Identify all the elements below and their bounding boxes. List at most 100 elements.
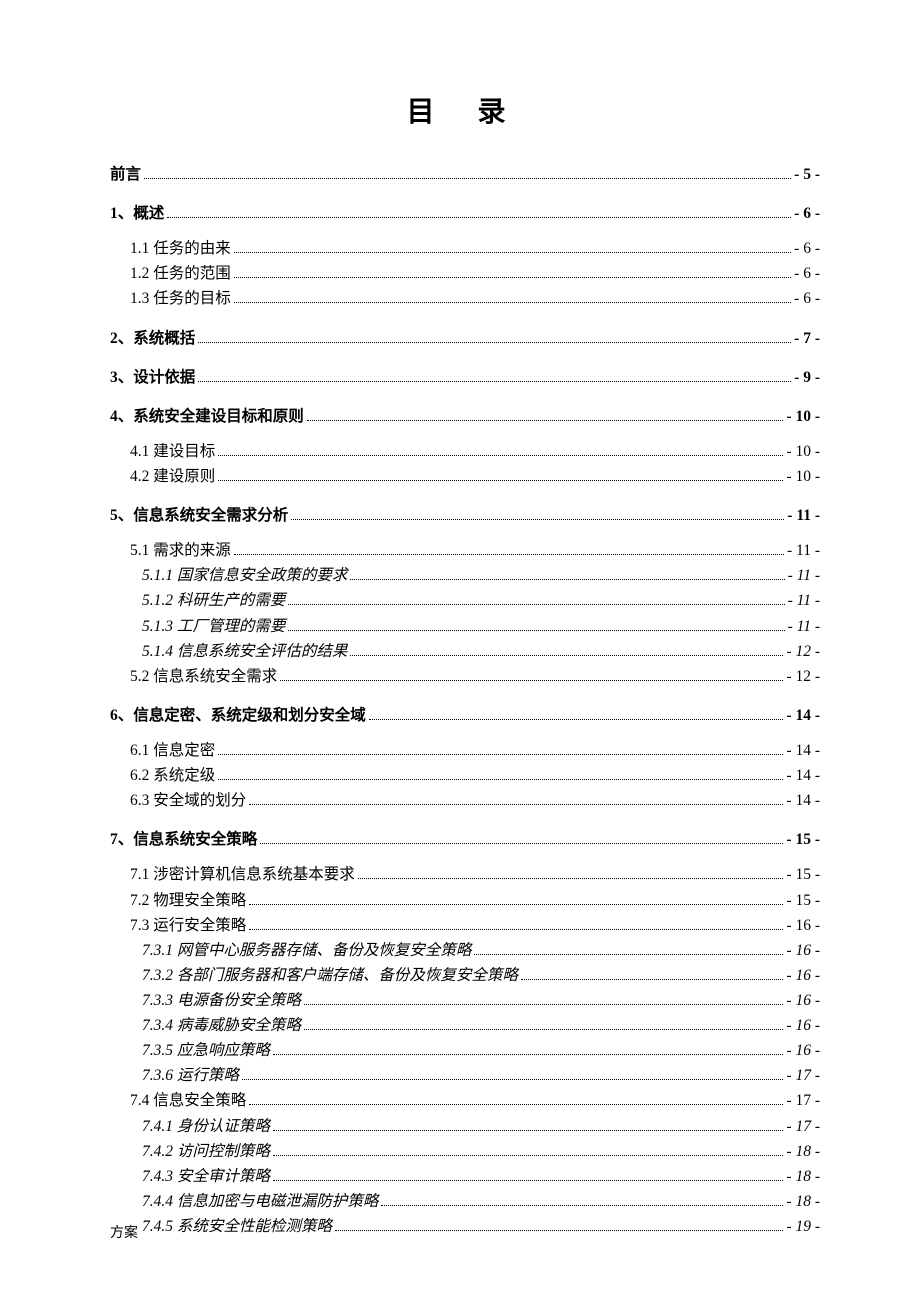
- toc-entry[interactable]: 7.4.1 身份认证策略- 17 -: [110, 1114, 820, 1139]
- toc-leader-dots: [234, 252, 791, 253]
- toc-leader-dots: [167, 217, 791, 218]
- toc-page-number: - 10 -: [786, 439, 820, 464]
- toc-entry[interactable]: 6.3 安全域的划分 - 14 -: [110, 788, 820, 813]
- toc-entry[interactable]: 5.1.3 工厂管理的需要- 11 -: [110, 614, 820, 639]
- toc-leader-dots: [304, 1004, 784, 1005]
- toc-page-number: - 14 -: [786, 703, 820, 728]
- toc-leader-dots: [198, 342, 791, 343]
- toc-label: 6.3 安全域的划分: [130, 788, 246, 813]
- toc-page-number: - 19 -: [786, 1214, 820, 1239]
- toc-label: 前言: [110, 162, 141, 187]
- toc-page-number: - 18 -: [786, 1189, 820, 1214]
- toc-entry[interactable]: 5.1 需求的来源- 11 -: [110, 538, 820, 563]
- toc-entry[interactable]: 7.3.4 病毒威胁安全策略- 16 -: [110, 1013, 820, 1038]
- toc-leader-dots: [234, 302, 791, 303]
- toc-entry[interactable]: 5.1.4 信息系统安全评估的结果 - 12 -: [110, 639, 820, 664]
- toc-label: 7.3.3 电源备份安全策略: [142, 988, 301, 1013]
- toc-label: 4、系统安全建设目标和原则: [110, 404, 304, 429]
- toc-label: 1、概述: [110, 201, 164, 226]
- toc-entry[interactable]: 前言- 5 -: [110, 162, 820, 187]
- toc-entry[interactable]: 2、系统概括- 7 -: [110, 326, 820, 351]
- toc-entry[interactable]: 7.3.1 网管中心服务器存储、备份及恢复安全策略- 16 -: [110, 938, 820, 963]
- toc-label: 5.1.3 工厂管理的需要: [142, 614, 285, 639]
- toc-page-number: - 9 -: [794, 365, 820, 390]
- toc-leader-dots: [234, 277, 791, 278]
- toc-leader-dots: [358, 878, 784, 879]
- toc-label: 1.3 任务的目标: [130, 286, 231, 311]
- toc-page-number: - 16 -: [786, 988, 820, 1013]
- toc-entry[interactable]: 7.3.5 应急响应策略- 16 -: [110, 1038, 820, 1063]
- toc-label: 7.4.1 身份认证策略: [142, 1114, 270, 1139]
- toc-label: 7.3.5 应急响应策略: [142, 1038, 270, 1063]
- toc-entry[interactable]: 5.1.1 国家信息安全政策的要求- 11 -: [110, 563, 820, 588]
- toc-page-number: - 14 -: [786, 763, 820, 788]
- toc-entry[interactable]: 7.4.5 系统安全性能检测策略 - 19 -: [110, 1214, 820, 1239]
- toc-label: 6.1 信息定密: [130, 738, 215, 763]
- toc-leader-dots: [288, 604, 784, 605]
- toc-entry[interactable]: 7、信息系统安全策略- 15 -: [110, 827, 820, 852]
- toc-label: 1.2 任务的范围: [130, 261, 231, 286]
- toc-page-number: - 7 -: [794, 326, 820, 351]
- toc-entry[interactable]: 1.1 任务的由来- 6 -: [110, 236, 820, 261]
- toc-label: 4.2 建设原则: [130, 464, 215, 489]
- toc-page-number: - 14 -: [786, 788, 820, 813]
- toc-leader-dots: [218, 754, 783, 755]
- toc-label: 6、信息定密、系统定级和划分安全域: [110, 703, 366, 728]
- toc-label: 7.3 运行安全策略: [130, 913, 246, 938]
- toc-entry[interactable]: 7.1 涉密计算机信息系统基本要求- 15 -: [110, 862, 820, 887]
- toc-label: 7.4.5 系统安全性能检测策略: [142, 1214, 332, 1239]
- toc-label: 7.3.1 网管中心服务器存储、备份及恢复安全策略: [142, 938, 471, 963]
- toc-label: 5.1.2 科研生产的需要: [142, 588, 285, 613]
- toc-page-number: - 12 -: [786, 639, 820, 664]
- toc-entry[interactable]: 7.2 物理安全策略- 15 -: [110, 888, 820, 913]
- toc-entry[interactable]: 4.2 建设原则- 10 -: [110, 464, 820, 489]
- toc-entry[interactable]: 3、设计依据- 9 -: [110, 365, 820, 390]
- toc-entry[interactable]: 7.3.3 电源备份安全策略 - 16 -: [110, 988, 820, 1013]
- toc-entry[interactable]: 6.1 信息定密 - 14 -: [110, 738, 820, 763]
- toc-entry[interactable]: 5.1.2 科研生产的需要 - 11 -: [110, 588, 820, 613]
- toc-label: 7.3.2 各部门服务器和客户端存储、备份及恢复安全策略: [142, 963, 518, 988]
- toc-leader-dots: [273, 1130, 784, 1131]
- toc-label: 7.4.3 安全审计策略: [142, 1164, 270, 1189]
- toc-leader-dots: [280, 680, 783, 681]
- toc-leader-dots: [273, 1180, 784, 1181]
- toc-page-number: - 18 -: [786, 1164, 820, 1189]
- toc-entry[interactable]: 1、概述- 6 -: [110, 201, 820, 226]
- toc-leader-dots: [144, 178, 791, 179]
- toc-entry[interactable]: 7.3.6 运行策略- 17 -: [110, 1063, 820, 1088]
- toc-entry[interactable]: 1.3 任务的目标 - 6 -: [110, 286, 820, 311]
- toc-leader-dots: [288, 630, 784, 631]
- toc-entry[interactable]: 5、信息系统安全需求分析- 11 -: [110, 503, 820, 528]
- toc-leader-dots: [218, 779, 783, 780]
- toc-entry[interactable]: 7.3 运行安全策略 - 16 -: [110, 913, 820, 938]
- toc-entry[interactable]: 7.4 信息安全策略- 17 -: [110, 1088, 820, 1113]
- toc-page-number: - 11 -: [788, 588, 820, 613]
- toc-leader-dots: [307, 420, 784, 421]
- toc-label: 7、信息系统安全策略: [110, 827, 257, 852]
- toc-entry[interactable]: 1.2 任务的范围- 6 -: [110, 261, 820, 286]
- toc-entry[interactable]: 7.3.2 各部门服务器和客户端存储、备份及恢复安全策略 - 16 -: [110, 963, 820, 988]
- toc-page-number: - 16 -: [786, 913, 820, 938]
- toc-entry[interactable]: 7.4.4 信息加密与电磁泄漏防护策略- 18 -: [110, 1189, 820, 1214]
- toc-page-number: - 6 -: [794, 286, 820, 311]
- toc-page-number: - 15 -: [786, 862, 820, 887]
- toc-entry[interactable]: 4.1 建设目标- 10 -: [110, 439, 820, 464]
- toc-entry[interactable]: 5.2 信息系统安全需求- 12 -: [110, 664, 820, 689]
- toc-page-number: - 15 -: [786, 888, 820, 913]
- toc-page-number: - 10 -: [786, 404, 820, 429]
- toc-entry[interactable]: 4、系统安全建设目标和原则 - 10 -: [110, 404, 820, 429]
- toc-leader-dots: [249, 904, 783, 905]
- toc-entry[interactable]: 6、信息定密、系统定级和划分安全域 - 14 -: [110, 703, 820, 728]
- toc-leader-dots: [273, 1054, 784, 1055]
- toc-leader-dots: [249, 1104, 783, 1105]
- toc-label: 5.1.4 信息系统安全评估的结果: [142, 639, 347, 664]
- toc-entry[interactable]: 7.4.2 访问控制策略- 18 -: [110, 1139, 820, 1164]
- toc-leader-dots: [198, 381, 791, 382]
- toc-page-number: - 11 -: [788, 563, 820, 588]
- toc-page-number: - 14 -: [786, 738, 820, 763]
- toc-label: 1.1 任务的由来: [130, 236, 231, 261]
- toc-entry[interactable]: 6.2 系统定级- 14 -: [110, 763, 820, 788]
- toc-page-number: - 16 -: [786, 963, 820, 988]
- toc-entry[interactable]: 7.4.3 安全审计策略 - 18 -: [110, 1164, 820, 1189]
- toc-page-number: - 17 -: [786, 1088, 820, 1113]
